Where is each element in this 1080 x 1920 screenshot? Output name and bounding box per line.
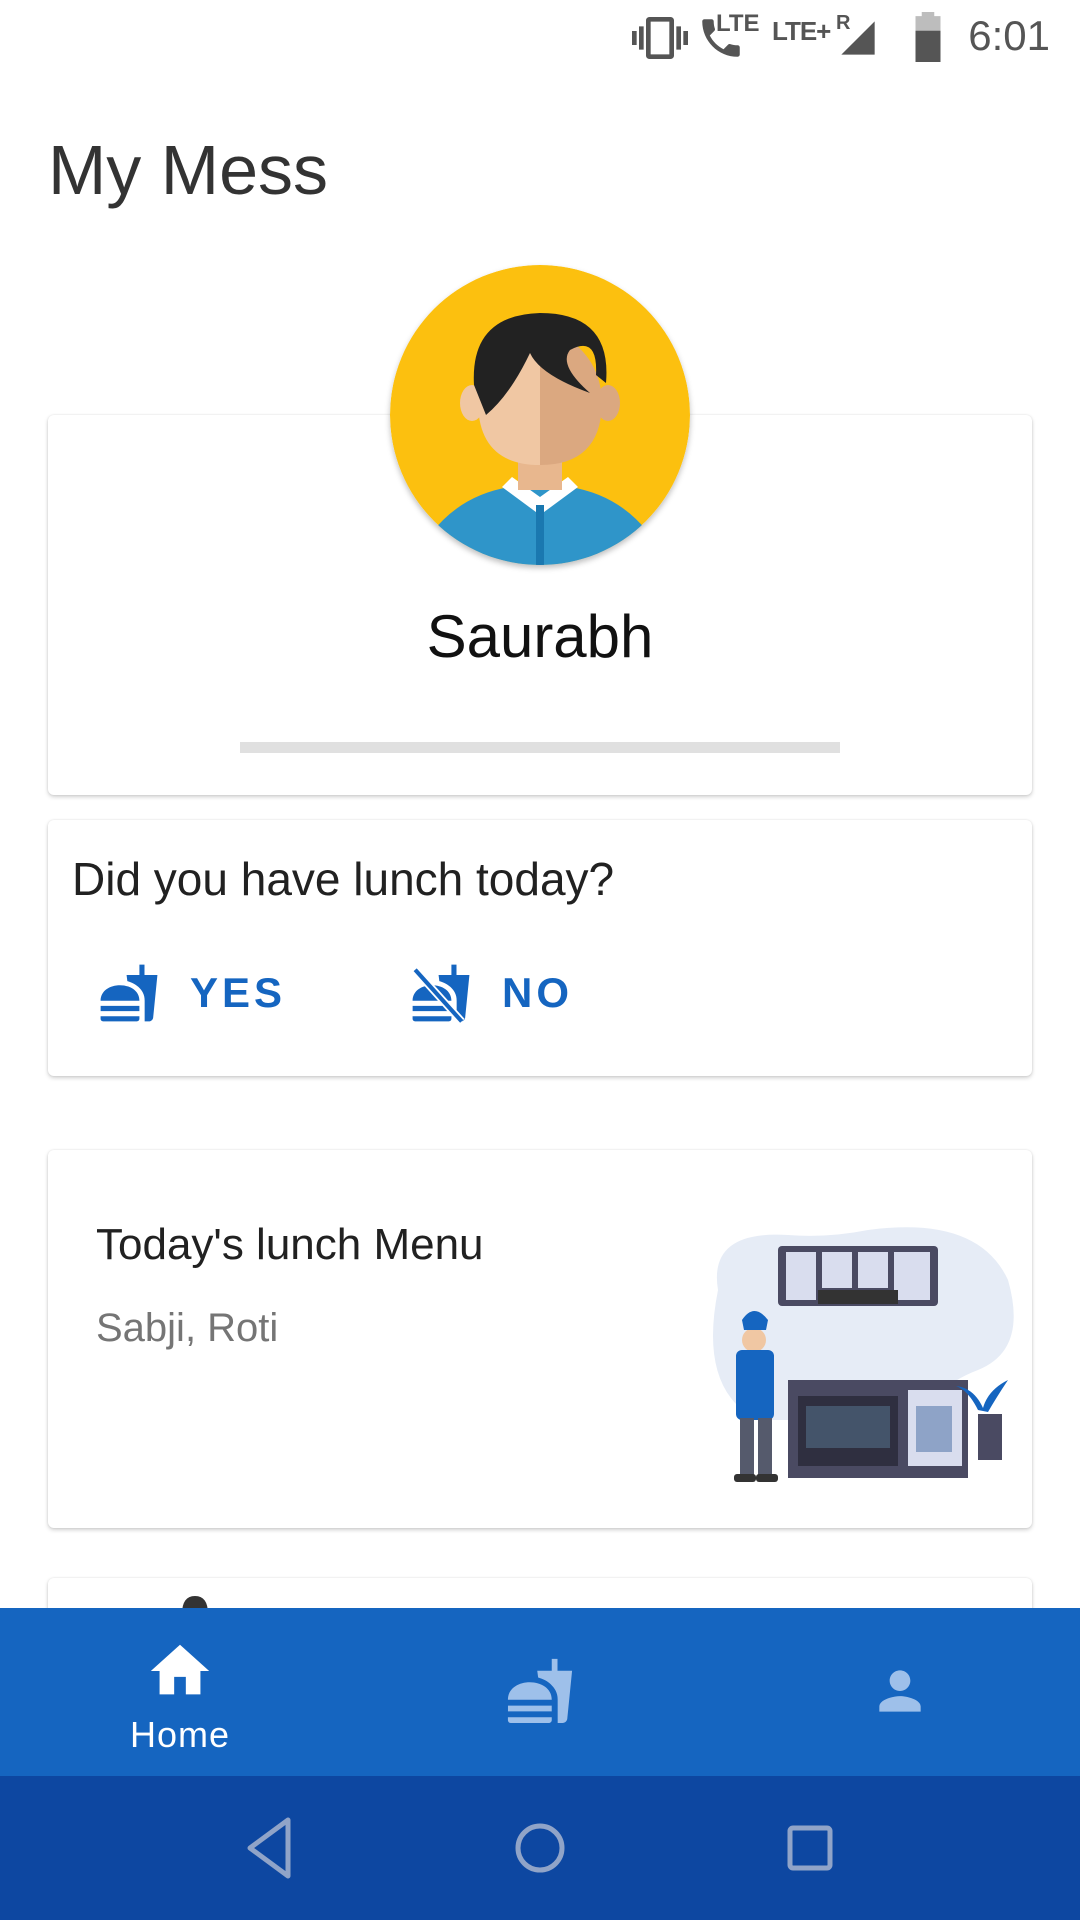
fastfood-icon [100,964,158,1022]
progress-bar [240,742,840,753]
nav-home-label: Home [129,1714,231,1755]
lunch-question: Did you have lunch today? [72,853,615,905]
no-button[interactable]: NO [410,950,573,1036]
status-time: 6:01 [968,12,1050,59]
profile-name: Saurabh [426,603,654,670]
nav-home[interactable]: Home [0,1608,360,1776]
lunch-card: Did you have lunch today? YES NO [48,820,1032,1076]
lte-label: LTE [716,10,760,37]
back-icon[interactable] [228,1806,312,1890]
home-icon [150,1644,210,1695]
no-food-icon [412,964,470,1024]
yes-label: YES [190,969,287,1016]
vibrate-icon [632,17,688,59]
lte-plus-label: LTE+ [772,16,831,46]
bottom-navigation: Home [0,1608,1080,1776]
avatar-illustration [390,265,690,565]
status-bar: LTE LTE+ R 6:01 [0,0,1080,76]
chef-kitchen-illustration [713,1227,1014,1482]
yes-button[interactable]: YES [98,950,286,1036]
recents-icon[interactable] [768,1806,852,1890]
menu-title: Today's lunch Menu [96,1220,484,1269]
signal-icon [841,21,875,55]
avatar[interactable] [390,265,690,565]
menu-card[interactable]: Today's lunch Menu Sabji, Roti [48,1150,1032,1528]
home-circle-icon[interactable] [498,1806,582,1890]
page-title: My Mess [48,131,328,209]
system-navigation-bar [0,1776,1080,1920]
nav-menu[interactable] [360,1608,720,1776]
battery-icon [915,12,941,62]
menu-items: Sabji, Roti [96,1306,279,1350]
person-icon [879,1670,921,1712]
nav-profile[interactable] [720,1608,1080,1776]
fastfood-icon [507,1658,573,1724]
no-label: NO [502,969,573,1016]
